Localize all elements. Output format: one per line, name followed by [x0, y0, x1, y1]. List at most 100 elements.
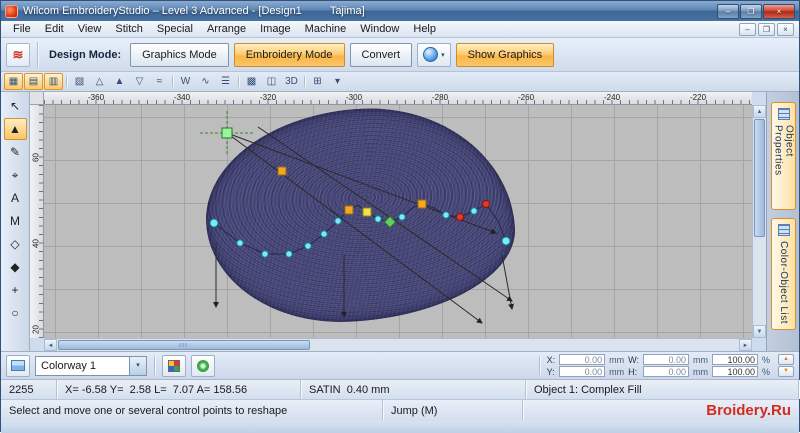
titlebar[interactable]: Wilcom EmbroideryStudio – Level 3 Advanc… [1, 1, 799, 21]
outline-view-icon[interactable]: △ [90, 73, 109, 90]
menu-window[interactable]: Window [353, 22, 406, 36]
rulers-icon[interactable]: ▥ [44, 73, 63, 90]
picture-icon [11, 360, 25, 371]
close-button[interactable]: × [763, 4, 795, 19]
separator [154, 356, 155, 375]
x-unit: mm [609, 355, 624, 365]
menu-help[interactable]: Help [406, 22, 443, 36]
stitch-design-icon[interactable]: ≋ [6, 43, 30, 67]
selected-object-info: Object 1: Complex Fill [526, 380, 799, 399]
mdi-close-button[interactable]: × [777, 23, 794, 36]
stitch-type-info: SATIN 0.40 mm [301, 380, 526, 399]
menu-edit[interactable]: Edit [38, 22, 71, 36]
menu-stitch[interactable]: Stitch [108, 22, 150, 36]
mesh-icon[interactable]: ▧ [70, 73, 89, 90]
horizontal-scrollbar[interactable]: ◄ ► [44, 338, 752, 351]
h-unit: mm [693, 367, 708, 377]
tool-select[interactable]: ↖ [4, 95, 27, 117]
separator [304, 76, 305, 87]
maximize-button[interactable]: ❐ [740, 4, 762, 19]
ruler-label: -220 [690, 93, 706, 102]
hoop-icon[interactable]: ▤ [24, 73, 43, 90]
tool-freehand[interactable]: ✎ [4, 141, 27, 163]
menu-image[interactable]: Image [253, 22, 298, 36]
w-input[interactable] [643, 354, 689, 365]
background-picture-button[interactable] [6, 355, 30, 377]
chevron-down-icon[interactable]: ▾ [129, 357, 146, 375]
stitch-flow-icon[interactable]: ∿ [196, 73, 215, 90]
convert-button[interactable]: Convert [350, 43, 413, 67]
tool-zoom[interactable]: ⌖ [4, 164, 27, 186]
minimize-button[interactable]: – [717, 4, 739, 19]
separator [238, 76, 239, 87]
ruler-label: -320 [260, 93, 276, 102]
current-tool-mode: Jump (M) [383, 400, 523, 421]
lettering-icon[interactable]: W [176, 73, 195, 90]
vertical-scroll-thumb[interactable] [754, 119, 765, 237]
menu-view[interactable]: View [71, 22, 109, 36]
transform-panel: X: mm W: mm % Y: mm H: mm % [547, 354, 773, 377]
spin-up-icon[interactable]: ▲ [778, 354, 794, 365]
window-title: Wilcom EmbroideryStudio – Level 3 Advanc… [23, 5, 302, 17]
tool-reshape[interactable]: ▲ [4, 118, 27, 140]
wave-icon[interactable]: ≈ [150, 73, 169, 90]
menu-special[interactable]: Special [150, 22, 200, 36]
tab-object-properties[interactable]: Object Properties [771, 102, 796, 210]
colorway-editor-button[interactable] [191, 355, 215, 377]
design-canvas[interactable] [44, 105, 752, 338]
list-icon[interactable]: ☰ [216, 73, 235, 90]
percent-label: % [762, 355, 770, 365]
tab-color-object-list[interactable]: Color-Object List [771, 218, 796, 330]
show-graphics-button[interactable]: Show Graphics [456, 43, 555, 67]
horizontal-scroll-thumb[interactable] [58, 340, 310, 350]
filled-view-icon[interactable]: ▲ [110, 73, 129, 90]
toolbox: ↖ ▲ ✎ ⌖ A M ◇ ◆ + ○ [1, 92, 30, 351]
3d-view-icon[interactable]: 3D [282, 73, 301, 90]
color-palette-icon [168, 360, 180, 372]
tool-circle[interactable]: ○ [4, 302, 27, 324]
graphics-mode-button[interactable]: Graphics Mode [130, 43, 229, 67]
tool-open-shape[interactable]: ◇ [4, 233, 27, 255]
scale-x-input[interactable] [712, 354, 758, 365]
chevron-down-icon[interactable]: ▾ [328, 73, 347, 90]
scroll-left-icon[interactable]: ◄ [44, 339, 57, 351]
thread-colors-button[interactable] [162, 355, 186, 377]
separator [37, 42, 38, 67]
stitch-angle-icon[interactable]: ▽ [130, 73, 149, 90]
tool-add-node[interactable]: + [4, 279, 27, 301]
separator [66, 76, 67, 87]
y-input[interactable] [559, 366, 605, 377]
texture-icon[interactable]: ▩ [242, 73, 261, 90]
tool-lettering[interactable]: A [4, 187, 27, 209]
app-window: Wilcom EmbroideryStudio – Level 3 Advanc… [0, 0, 800, 432]
ruler-corner [30, 92, 44, 105]
vertical-scrollbar[interactable]: ▲ ▼ [752, 105, 766, 338]
window-controls: – ❐ × [717, 4, 795, 19]
tool-closed-shape[interactable]: ◆ [4, 256, 27, 278]
machine-format-dropdown[interactable]: ▾ [417, 43, 451, 67]
design-mode-label: Design Mode: [45, 49, 125, 61]
spin-down-icon[interactable]: ▼ [778, 366, 794, 377]
scroll-right-icon[interactable]: ► [739, 339, 752, 351]
hint-text: Select and move one or several control p… [1, 400, 383, 421]
h-input[interactable] [643, 366, 689, 377]
menu-file[interactable]: File [6, 22, 38, 36]
stitch-count: 2255 [1, 380, 57, 399]
ruler-label: -280 [432, 93, 448, 102]
mdi-minimize-button[interactable]: – [739, 23, 756, 36]
ruler-label: 20 [32, 321, 41, 339]
grid-icon[interactable]: ▦ [4, 73, 23, 90]
menu-arrange[interactable]: Arrange [200, 22, 253, 36]
split-view-icon[interactable]: ◫ [262, 73, 281, 90]
separator [539, 356, 540, 375]
overlay-icon[interactable]: ⊞ [308, 73, 327, 90]
scale-y-input[interactable] [712, 366, 758, 377]
x-input[interactable] [559, 354, 605, 365]
scroll-up-icon[interactable]: ▲ [753, 105, 766, 118]
embroidery-mode-button[interactable]: Embroidery Mode [234, 43, 345, 67]
colorway-dropdown[interactable]: Colorway 1 ▾ [35, 356, 147, 376]
menu-machine[interactable]: Machine [298, 22, 354, 36]
scroll-down-icon[interactable]: ▼ [753, 325, 766, 338]
mdi-restore-button[interactable]: ❐ [758, 23, 775, 36]
tool-monogram[interactable]: M [4, 210, 27, 232]
